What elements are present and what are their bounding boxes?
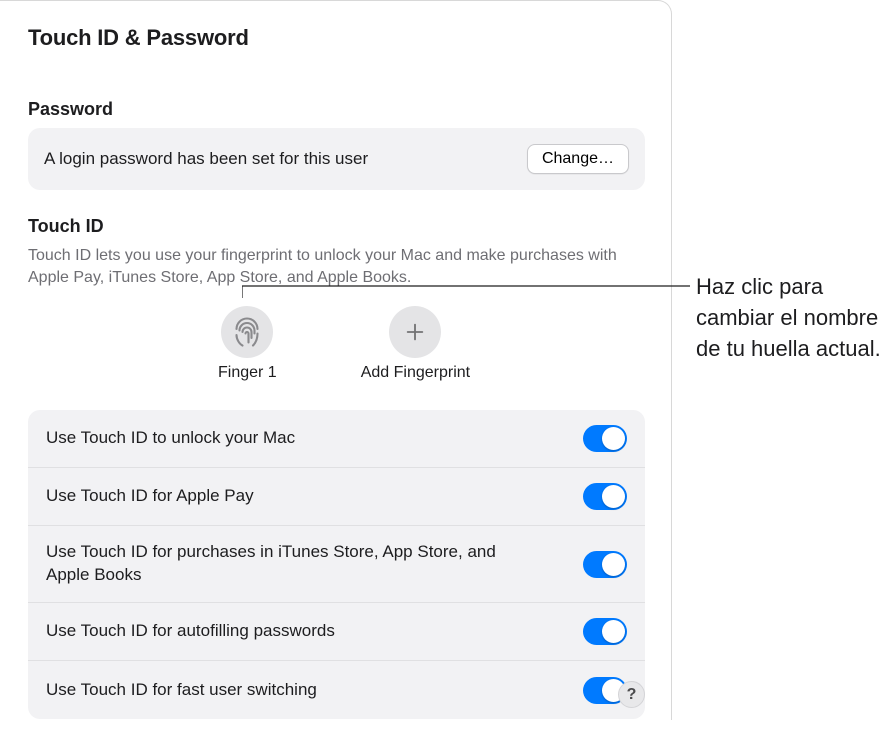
touchid-description: Touch ID lets you use your fingerprint t… [28,245,645,288]
fingerprint-finger-1[interactable]: Finger 1 [218,306,277,382]
fingerprint-label: Finger 1 [218,364,277,382]
option-label: Use Touch ID for fast user switching [46,679,317,702]
touchid-options-card: Use Touch ID to unlock your Mac Use Touc… [28,410,645,719]
password-heading: Password [28,99,645,120]
option-label: Use Touch ID for purchases in iTunes Sto… [46,541,516,587]
toggle-autofill[interactable] [583,618,627,645]
toggle-apple-pay[interactable] [583,483,627,510]
plus-icon [389,306,441,358]
toggle-unlock-mac[interactable] [583,425,627,452]
add-fingerprint-button[interactable]: Add Fingerprint [361,306,470,382]
option-unlock-mac: Use Touch ID to unlock your Mac [28,410,645,468]
password-status-text: A login password has been set for this u… [44,149,368,169]
change-password-button[interactable]: Change… [527,144,629,174]
option-autofill: Use Touch ID for autofilling passwords [28,603,645,661]
add-fingerprint-label: Add Fingerprint [361,364,470,382]
option-label: Use Touch ID to unlock your Mac [46,427,295,450]
help-button[interactable]: ? [618,681,645,708]
fingerprint-icon [221,306,273,358]
option-fast-user-switching: Use Touch ID for fast user switching [28,661,645,719]
callout-text: Haz clic para cambiar el nombre de tu hu… [696,272,896,364]
touchid-section: Touch ID Touch ID lets you use your fing… [28,216,645,719]
option-apple-pay: Use Touch ID for Apple Pay [28,468,645,526]
touchid-heading: Touch ID [28,216,645,237]
toggle-purchases[interactable] [583,551,627,578]
option-label: Use Touch ID for Apple Pay [46,485,254,508]
password-card: A login password has been set for this u… [28,128,645,190]
option-label: Use Touch ID for autofilling passwords [46,620,335,643]
settings-panel: Touch ID & Password Password A login pas… [0,0,672,720]
page-title: Touch ID & Password [28,25,645,51]
option-purchases: Use Touch ID for purchases in iTunes Sto… [28,526,645,603]
password-row: A login password has been set for this u… [28,128,645,190]
fingerprint-row: Finger 1 Add Fingerprint [28,306,645,382]
